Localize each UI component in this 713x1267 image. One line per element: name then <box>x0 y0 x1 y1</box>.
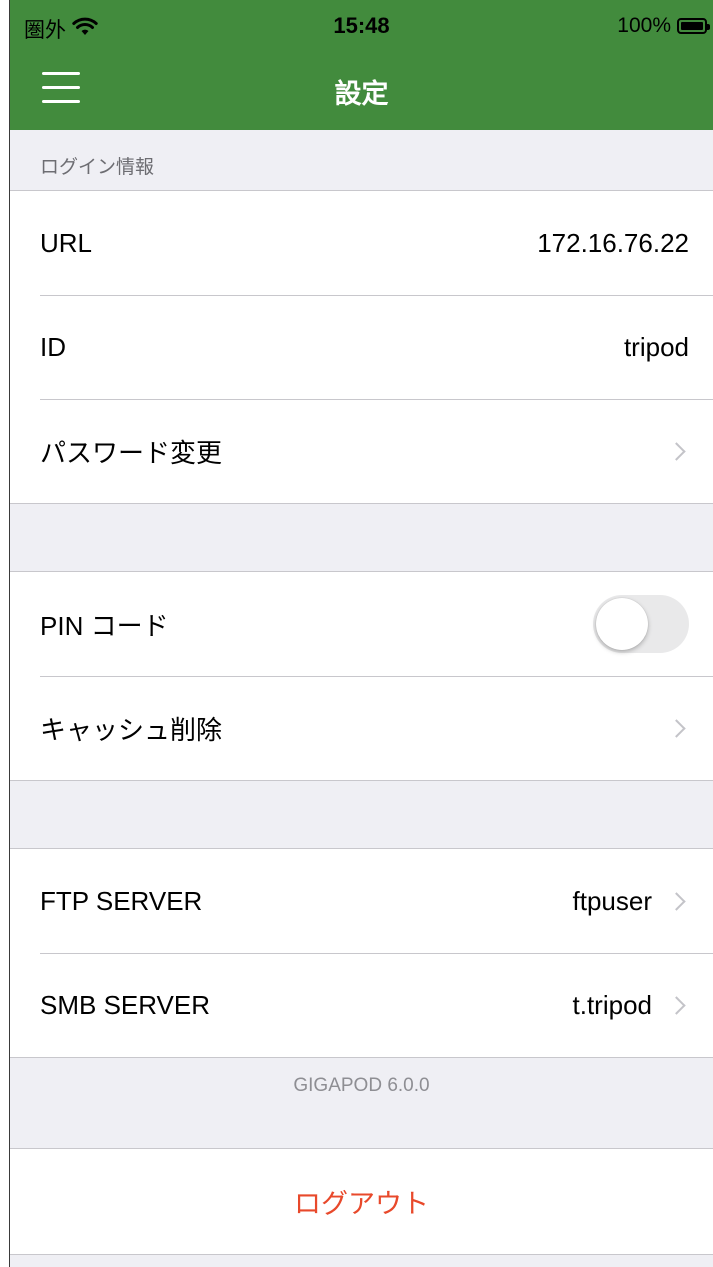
top-bar: 圏外 15:48 100% 設定 <box>10 0 713 130</box>
battery-percent: 100% <box>617 14 671 37</box>
section-header-login: ログイン情報 <box>40 157 155 178</box>
change-password-label: パスワード変更 <box>40 437 223 468</box>
chevron-right-icon <box>667 891 686 911</box>
id-row[interactable]: ID tripod <box>10 295 713 399</box>
app-frame: 圏外 15:48 100% 設定 ログイン情報 URL 172.16.76.22… <box>0 0 713 1267</box>
ftp-server-row[interactable]: FTP SERVER ftpuser <box>10 849 713 953</box>
toggle-knob <box>596 598 648 650</box>
chevron-right-icon <box>667 718 686 738</box>
pin-code-label: PIN コード <box>40 610 169 641</box>
ftp-server-label: FTP SERVER <box>40 885 203 916</box>
logout-label: ログアウト <box>294 1189 429 1219</box>
navigation-bar: 設定 <box>10 50 713 130</box>
smb-server-row[interactable]: SMB SERVER t.tripod <box>10 953 713 1057</box>
servers-group: FTP SERVER ftpuser SMB SERVER t.tripod <box>10 848 713 1058</box>
login-group: URL 172.16.76.22 ID tripod パスワード変更 <box>10 190 713 504</box>
page-title: 設定 <box>334 79 389 109</box>
chevron-right-icon <box>667 441 686 461</box>
ftp-server-value: ftpuser <box>572 885 653 916</box>
id-label: ID <box>40 331 66 362</box>
status-bar: 圏外 15:48 100% <box>10 0 713 50</box>
url-row[interactable]: URL 172.16.76.22 <box>10 191 713 295</box>
battery-icon <box>677 18 710 34</box>
window-edge <box>0 0 10 1267</box>
change-password-row[interactable]: パスワード変更 <box>10 399 713 503</box>
clear-cache-row[interactable]: キャッシュ削除 <box>10 676 713 780</box>
app-version: GIGAPOD 6.0.0 <box>293 1075 430 1096</box>
battery-indicator: 100% <box>617 14 710 38</box>
security-group: PIN コード キャッシュ削除 <box>10 571 713 781</box>
smb-server-label: SMB SERVER <box>40 989 211 1020</box>
pin-code-row: PIN コード <box>10 572 713 676</box>
id-value: tripod <box>623 331 689 362</box>
smb-server-value: t.tripod <box>572 989 653 1020</box>
clock: 15:48 <box>333 13 390 38</box>
logout-button[interactable]: ログアウト <box>10 1148 713 1255</box>
pin-code-toggle[interactable] <box>593 595 689 653</box>
url-value: 172.16.76.22 <box>537 227 689 258</box>
url-label: URL <box>40 227 93 258</box>
settings-screen: 圏外 15:48 100% 設定 ログイン情報 URL 172.16.76.22… <box>10 0 713 1267</box>
chevron-right-icon <box>667 995 686 1015</box>
clear-cache-label: キャッシュ削除 <box>40 714 223 745</box>
